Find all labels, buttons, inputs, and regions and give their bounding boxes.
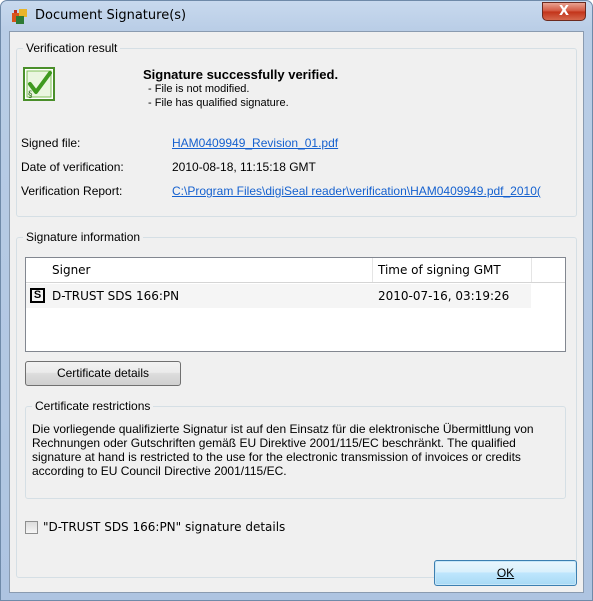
verification-result-group: Verification result § Signature successf… xyxy=(16,41,577,217)
signed-file-label: Signed file: xyxy=(21,136,81,150)
signature-details-checkbox[interactable] xyxy=(25,521,38,534)
status-line-not-modified: - File is not modified. xyxy=(148,83,250,95)
signer-row[interactable]: S D-TRUST SDS 166:PN 2010-07-16, 03:19:2… xyxy=(26,284,531,308)
column-divider[interactable] xyxy=(372,258,373,282)
svg-text:§: § xyxy=(28,90,33,100)
signers-list[interactable]: Signer Time of signing GMT S D-TRUST SDS… xyxy=(25,257,566,352)
verification-date-value: 2010-08-18, 11:15:18 GMT xyxy=(172,160,316,174)
signed-file-link[interactable]: HAM0409949_Revision_01.pdf xyxy=(172,136,338,150)
ok-button-label: OK xyxy=(496,566,515,580)
ok-button[interactable]: OK xyxy=(434,560,577,586)
close-icon: X xyxy=(558,4,570,19)
document-signature-app-icon xyxy=(12,9,27,24)
verified-certificate-icon: § xyxy=(23,67,55,101)
signers-list-header: Signer Time of signing GMT xyxy=(26,258,565,283)
column-header-time[interactable]: Time of signing GMT xyxy=(378,258,501,282)
signer-name: D-TRUST SDS 166:PN xyxy=(52,289,180,303)
signature-information-legend: Signature information xyxy=(26,230,141,244)
signature-details-label[interactable]: "D-TRUST SDS 166:PN" signature details xyxy=(43,520,285,534)
certificate-restrictions-group: Certificate restrictions Die vorliegende… xyxy=(25,399,566,499)
verification-result-legend: Verification result xyxy=(26,41,118,55)
restrictions-text: Die vorliegende qualifizierte Signatur i… xyxy=(32,422,534,478)
verification-report-link[interactable]: C:\Program Files\digiSeal reader\verific… xyxy=(172,184,572,198)
certificate-restrictions-legend: Certificate restrictions xyxy=(35,399,151,413)
dialog-body: Verification result § Signature successf… xyxy=(9,31,584,593)
status-line-qualified: - File has qualified signature. xyxy=(148,97,289,109)
signing-time: 2010-07-16, 03:19:26 xyxy=(378,289,510,303)
certificate-details-button[interactable]: Certificate details xyxy=(25,361,181,386)
signature-information-group: Signature information Signer Time of sig… xyxy=(16,230,577,578)
verification-status-title: Signature successfully verified. xyxy=(143,67,339,82)
dialog-window: Document Signature(s) X Verification res… xyxy=(0,0,593,601)
column-divider[interactable] xyxy=(531,258,532,282)
column-header-signer[interactable]: Signer xyxy=(52,258,91,282)
window-title: Document Signature(s) xyxy=(35,8,187,23)
verification-date-label: Date of verification: xyxy=(21,160,124,174)
title-bar[interactable]: Document Signature(s) X xyxy=(1,1,592,31)
verification-report-label: Verification Report: xyxy=(21,184,123,198)
signature-s-icon: S xyxy=(30,288,45,303)
close-button[interactable]: X xyxy=(542,2,586,21)
